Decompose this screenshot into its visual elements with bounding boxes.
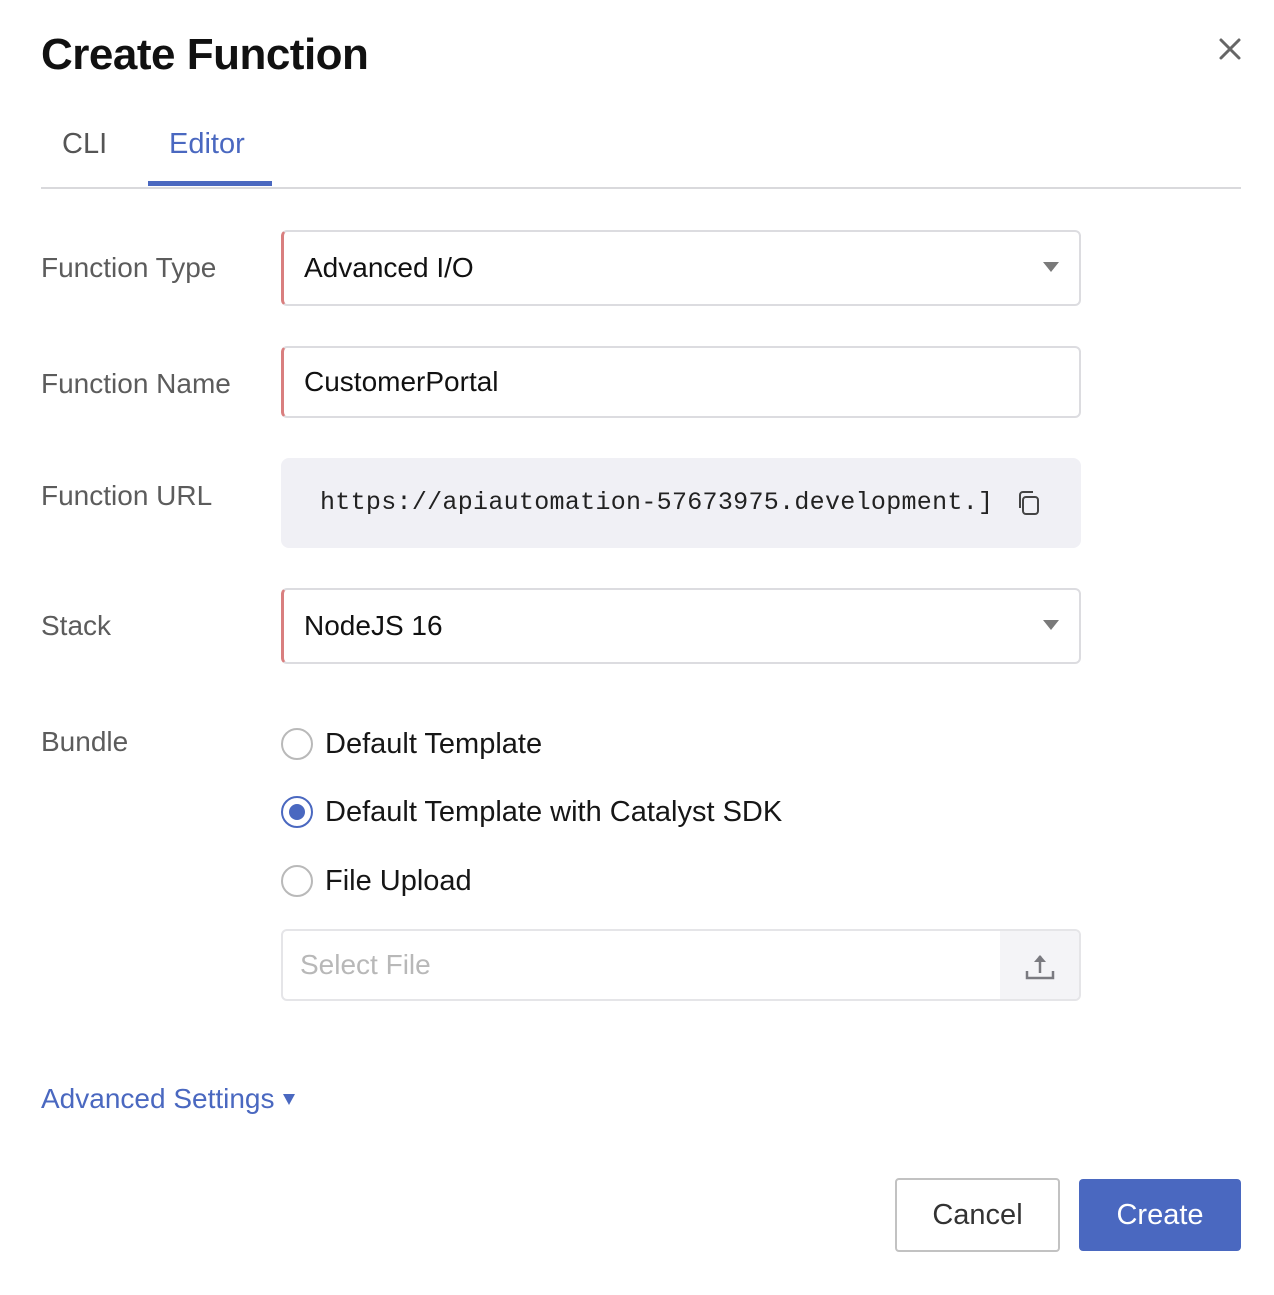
radio-label: Default Template with Catalyst SDK	[325, 795, 783, 828]
radio-default-template[interactable]: Default Template	[281, 724, 542, 764]
close-icon	[1219, 38, 1241, 60]
active-tab-indicator	[148, 181, 272, 186]
upload-button[interactable]	[1000, 931, 1079, 999]
stack-value: NodeJS 16	[304, 610, 443, 641]
create-button[interactable]: Create	[1079, 1179, 1241, 1251]
function-type-value: Advanced I/O	[304, 252, 474, 283]
advanced-settings-label: Advanced Settings	[41, 1083, 275, 1114]
dialog-title: Create Function	[41, 30, 369, 79]
radio-button[interactable]	[281, 728, 313, 760]
chevron-down-icon	[1043, 262, 1059, 272]
caret-down-icon	[282, 1093, 295, 1105]
close-button[interactable]	[1214, 33, 1246, 65]
radio-label: Default Template	[325, 727, 543, 760]
tab-cli[interactable]: CLI	[62, 128, 107, 161]
upload-icon	[1025, 955, 1055, 980]
radio-label: File Upload	[325, 864, 472, 897]
function-url-label: Function URL	[41, 480, 213, 511]
bundle-label: Bundle	[41, 726, 129, 757]
select-file-placeholder: Select File	[300, 949, 431, 980]
function-name-value: CustomerPortal	[304, 366, 499, 397]
function-url-value: https://apiautomation-57673975.developme…	[320, 488, 994, 517]
radio-default-template-catalyst-sdk[interactable]: Default Template with Catalyst SDK	[281, 792, 782, 832]
advanced-settings-toggle[interactable]: Advanced Settings	[41, 1083, 295, 1115]
chevron-down-icon	[1043, 620, 1059, 630]
function-url-field: https://apiautomation-57673975.developme…	[281, 458, 1081, 548]
function-name-label: Function Name	[41, 368, 231, 399]
select-file-input[interactable]: Select File	[281, 929, 1081, 1001]
function-type-select[interactable]: Advanced I/O	[281, 230, 1081, 306]
cancel-button[interactable]: Cancel	[895, 1178, 1060, 1252]
tab-editor[interactable]: Editor	[169, 128, 245, 161]
stack-label: Stack	[41, 610, 112, 641]
radio-file-upload[interactable]: File Upload	[281, 861, 472, 901]
tab-bar: CLI Editor	[41, 118, 1241, 189]
radio-button[interactable]	[281, 865, 313, 897]
function-type-label: Function Type	[41, 252, 217, 283]
radio-button-checked[interactable]	[281, 796, 313, 828]
copy-icon[interactable]	[1016, 490, 1042, 516]
function-name-input[interactable]: CustomerPortal	[281, 346, 1081, 418]
stack-select[interactable]: NodeJS 16	[281, 588, 1081, 664]
